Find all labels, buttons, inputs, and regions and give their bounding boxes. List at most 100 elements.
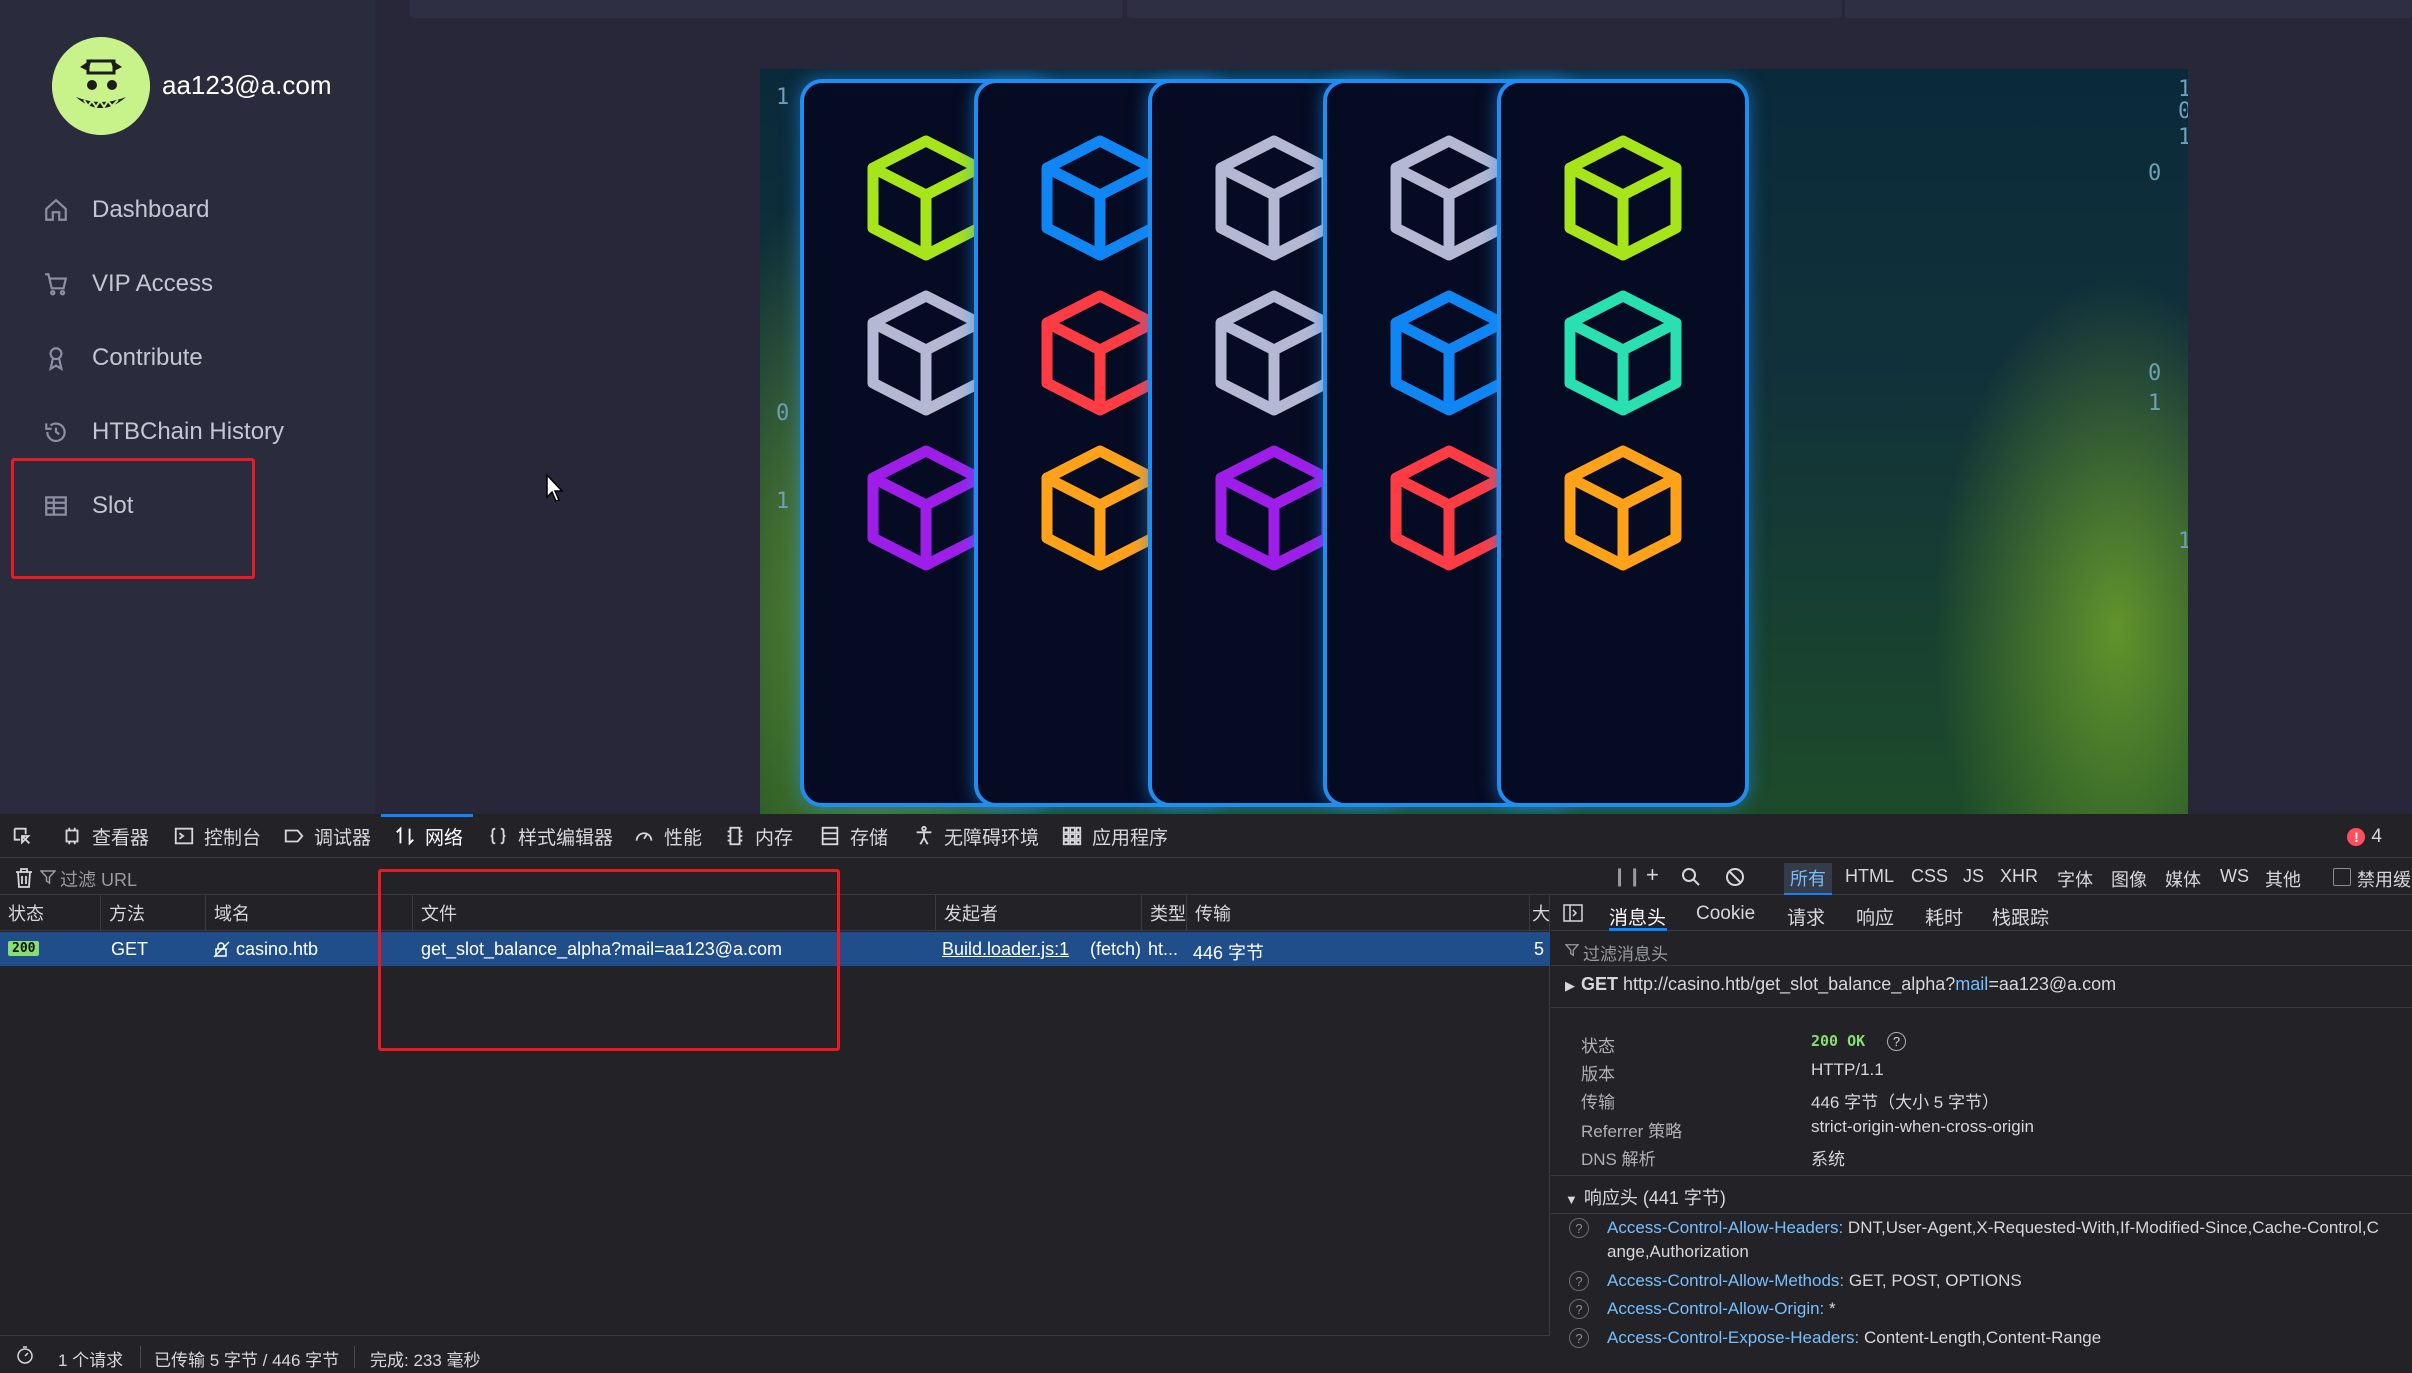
col-domain[interactable]: 域名 <box>206 895 413 931</box>
header-key: Access-Control-Allow-Headers: <box>1607 1218 1844 1237</box>
col-transferred[interactable]: 传输 <box>1187 895 1530 931</box>
network-status-bar: 1 个请求 已传输 5 字节 / 446 字节 完成: 233 毫秒 <box>0 1335 1550 1373</box>
response-header: Access-Control-Allow-Headers: DNT,User-A… <box>1607 1218 2379 1238</box>
row-initiator-suffix: (fetch) <box>1090 939 1142 959</box>
tab-request[interactable]: 请求 <box>1787 903 1825 930</box>
filter-ws[interactable]: WS <box>2220 866 2249 887</box>
request-details-panel: 消息头 Cookie 请求 响应 耗时 栈跟踪 过滤消息头 ▶ GET http:… <box>1551 895 2412 1373</box>
active-tab-indicator <box>1609 928 1667 931</box>
tab-accessibility[interactable]: 无障碍环境 <box>912 814 1039 858</box>
tab-storage[interactable]: 存储 <box>818 814 888 858</box>
col-method[interactable]: 方法 <box>101 895 206 931</box>
plus-icon[interactable]: + <box>1646 862 1659 888</box>
trash-icon[interactable] <box>14 867 34 889</box>
tab-stack-trace[interactable]: 栈跟踪 <box>1992 903 2049 930</box>
tab-label: 网络 <box>425 827 464 849</box>
filter-xhr[interactable]: XHR <box>2000 866 2038 887</box>
sidebar-item-vip-access[interactable]: VIP Access <box>40 259 213 309</box>
top-card <box>1127 0 1842 18</box>
help-icon[interactable]: ? <box>1569 1299 1589 1319</box>
stopwatch-icon[interactable] <box>16 1346 34 1364</box>
tab-timings[interactable]: 耗时 <box>1925 903 1963 930</box>
col-size[interactable]: 大 <box>1530 895 1550 931</box>
filter-other[interactable]: 其他 <box>2265 866 2301 892</box>
pause-icon[interactable]: ❙❙ <box>1612 866 1642 887</box>
filter-headers-input[interactable]: 过滤消息头 <box>1583 940 1668 965</box>
field-dns: DNS 解析 系统 <box>1581 1145 1845 1170</box>
field-key: Referrer 策略 <box>1581 1122 1683 1141</box>
help-icon[interactable]: ? <box>1569 1218 1589 1238</box>
tab-inspector[interactable]: 查看器 <box>60 814 149 858</box>
table-row[interactable]: 200 GET casino.htb get_slot_balance_alph… <box>0 932 1550 966</box>
filter-js[interactable]: JS <box>1963 866 1984 887</box>
history-icon <box>40 416 72 448</box>
error-count-badge[interactable]: ! 4 <box>2347 826 2382 848</box>
filter-icon <box>40 870 56 885</box>
network-filter-bar: 过滤 URL <box>0 859 1550 895</box>
col-initiator[interactable]: 发起者 <box>936 895 1142 931</box>
tab-style-editor[interactable]: 样式编辑器 <box>486 814 613 858</box>
cube-symbol-icon <box>1548 433 1698 583</box>
row-domain: casino.htb <box>236 939 319 959</box>
sidebar-item-label: Slot <box>92 492 134 519</box>
row-size: 5 <box>1534 939 1545 959</box>
field-key: 版本 <box>1581 1065 1615 1084</box>
details-tabs: 消息头 Cookie 请求 响应 耗时 栈跟踪 <box>1551 895 2412 931</box>
tab-network[interactable]: 网络 <box>380 814 474 858</box>
top-card <box>1845 0 2412 18</box>
tab-response[interactable]: 响应 <box>1856 903 1894 930</box>
tab-label: 内存 <box>755 827 794 849</box>
sidebar-item-slot[interactable]: Slot <box>40 481 133 531</box>
filter-url-input[interactable]: 过滤 URL <box>60 866 137 892</box>
tab-console[interactable]: 控制台 <box>172 814 261 858</box>
debugger-icon <box>282 824 306 848</box>
filter-all[interactable]: 所有 <box>1784 863 1832 895</box>
search-icon[interactable] <box>1681 867 1701 887</box>
field-key: 状态 <box>1581 1037 1615 1056</box>
initiator-link[interactable]: Build.loader.js:1 <box>942 939 1069 960</box>
sidebar-item-contribute[interactable]: Contribute <box>40 333 203 383</box>
filter-css[interactable]: CSS <box>1911 866 1948 887</box>
sidebar-item-dashboard[interactable]: Dashboard <box>40 185 209 235</box>
filter-font[interactable]: 字体 <box>2057 866 2093 892</box>
sidebar-item-htbchain-history[interactable]: HTBChain History <box>40 407 284 457</box>
tab-headers[interactable]: 消息头 <box>1609 903 1666 930</box>
col-file[interactable]: 文件 <box>413 895 936 931</box>
avatar[interactable] <box>52 37 150 135</box>
header-key: Access-Control-Expose-Headers: <box>1607 1328 1860 1347</box>
response-headers-toggle[interactable]: ▼ 响应头 (441 字节) <box>1565 1184 1726 1210</box>
filter-image[interactable]: 图像 <box>2111 866 2147 892</box>
sidebar-item-label: Contribute <box>92 344 203 371</box>
bg-digit: 0 <box>776 401 790 426</box>
slot-game-canvas[interactable]: 1 0 1 1 0 1 0 0 1 1 <box>760 69 2188 814</box>
contribute-icon <box>40 342 72 374</box>
tab-performance[interactable]: 性能 <box>632 814 702 858</box>
help-icon[interactable]: ? <box>1887 1032 1906 1051</box>
request-method: GET <box>1581 974 1619 994</box>
disable-cache-checkbox[interactable] <box>2333 868 2351 886</box>
accessibility-icon <box>912 824 936 848</box>
tab-label: 性能 <box>664 827 703 849</box>
element-picker-button[interactable] <box>10 814 42 858</box>
tab-cookie[interactable]: Cookie <box>1696 903 1755 925</box>
disable-cache-label: 禁用缓 <box>2357 870 2411 890</box>
tab-memory[interactable]: 内存 <box>723 814 793 858</box>
field-value: 系统 <box>1811 1150 1845 1169</box>
help-icon[interactable]: ? <box>1569 1271 1589 1291</box>
braces-icon <box>486 824 510 848</box>
col-status[interactable]: 状态 <box>0 895 101 931</box>
field-transferred: 传输 446 字节（大小 5 字节） <box>1581 1088 1999 1113</box>
header-value: GET, POST, OPTIONS <box>1848 1271 2022 1290</box>
col-type[interactable]: 类型 <box>1142 895 1187 931</box>
devtools-panel: 查看器 控制台 调试器 网络 样式编辑器 性能 内存 存储 无障碍环境 应用程序… <box>0 814 2412 1373</box>
toggle-sidebar-icon[interactable] <box>1563 904 1583 922</box>
request-url-line[interactable]: ▶ GET http://casino.htb/get_slot_balance_… <box>1565 974 2116 995</box>
block-icon[interactable] <box>1725 867 1745 887</box>
tab-debugger[interactable]: 调试器 <box>282 814 371 858</box>
filter-html[interactable]: HTML <box>1845 866 1894 887</box>
request-type-filters: ❙❙ + 所有 HTML CSS JS XHR 字体 图像 媒体 WS 其他 禁… <box>1550 859 2412 895</box>
filter-media[interactable]: 媒体 <box>2165 866 2201 892</box>
tab-application[interactable]: 应用程序 <box>1060 814 1168 858</box>
help-icon[interactable]: ? <box>1569 1328 1589 1348</box>
cart-icon <box>40 268 72 300</box>
